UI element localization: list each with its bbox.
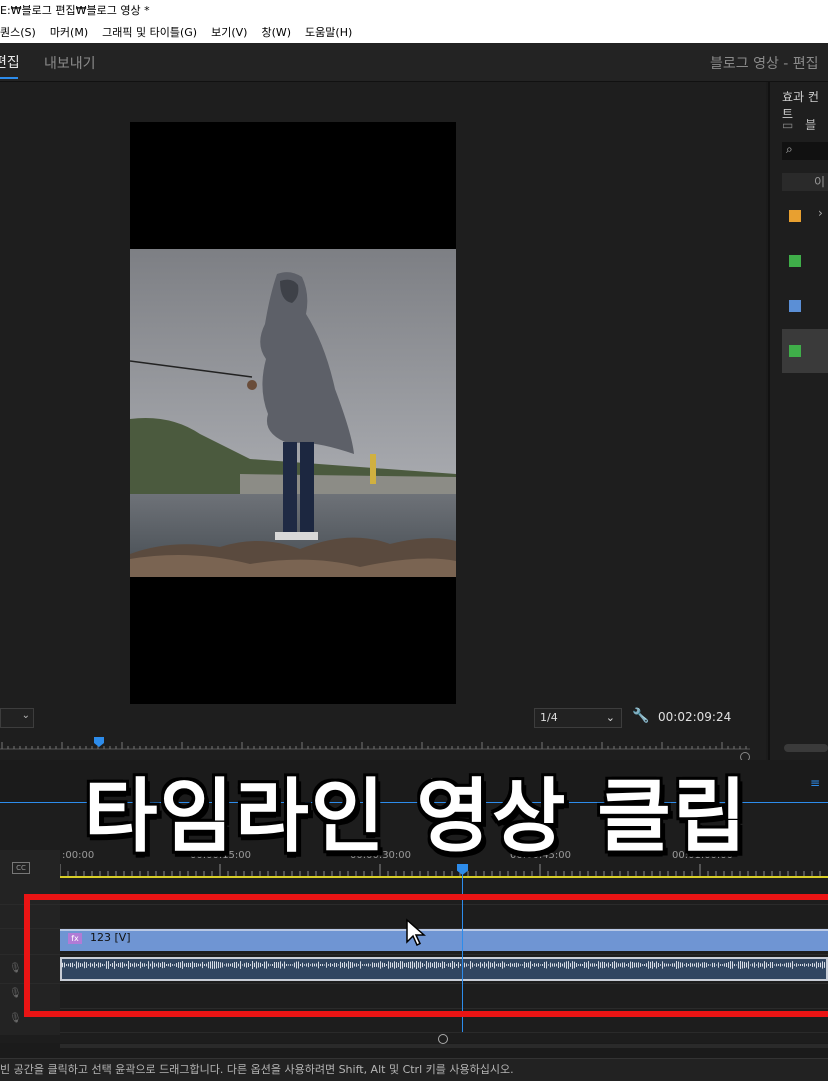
color-label-swatch [789,255,801,267]
menu-window[interactable]: 창(W) [261,22,291,43]
menu-sequence[interactable]: 퀀스(S) [0,22,36,43]
timeline-zoom-handle[interactable] [438,1034,448,1044]
project-title: 블로그 영상 - 편집 [710,56,819,72]
list-item[interactable] [782,284,828,328]
list-item[interactable]: › [782,194,828,238]
workspace-tab-export[interactable]: 내보내기 [44,53,96,73]
panel-menu-icon[interactable]: ≡ [810,776,820,790]
scrollbar[interactable] [784,744,828,752]
color-label-swatch [789,210,801,222]
monitor-time-ruler[interactable] [0,736,750,750]
playback-resolution-select[interactable]: 1/4 ⌄ [534,708,622,728]
workspace-bar [0,43,828,82]
search-input[interactable]: ⌕ [782,142,828,160]
video-preview-image [130,249,456,577]
highlight-box [24,894,828,1017]
list-item-selected[interactable] [782,329,828,373]
mouse-cursor-icon [406,918,426,947]
list-item[interactable] [782,239,828,283]
wrench-icon[interactable]: 🔧 [632,708,649,724]
menu-graphics[interactable]: 그래픽 및 타이틀(G) [102,22,197,43]
timeline-scrollbar[interactable] [60,1044,828,1048]
active-tab-indicator [0,77,18,79]
microphone-icon[interactable]: 🎙 [9,963,22,974]
folder-icon: ▭ [782,118,794,132]
column-header[interactable]: 이 [782,173,828,191]
menu-view[interactable]: 보기(V) [211,22,247,43]
menu-marker[interactable]: 마커(M) [50,22,88,43]
menu-help[interactable]: 도움말(H) [305,22,352,43]
overlay-caption: 타임라인 영상 클립 [82,768,749,865]
microphone-icon[interactable]: 🎙 [9,988,22,999]
chevron-down-icon: ⌄ [21,710,30,721]
work-area-bar[interactable] [60,876,828,878]
duration-timecode: 00:02:09:24 [658,710,732,724]
status-bar: 빈 공간을 클릭하고 선택 윤곽으로 드래그합니다. 다른 옵션을 사용하려면 … [0,1058,828,1081]
chevron-down-icon: ⌄ [605,711,615,724]
resolution-select[interactable]: ⌄ [0,708,34,728]
window-title: E:₩블로그 편집₩블로그 영상 * [0,0,828,22]
menu-bar: 퀀스(S) 마커(M) 그래픽 및 타이틀(G) 보기(V) 창(W) 도움말(… [0,22,828,43]
expand-arrow-icon[interactable]: › [818,206,823,220]
bin-folder[interactable]: ▭ 블 [782,116,816,133]
workspace-tab-edit[interactable]: 편집 [0,52,20,72]
color-label-swatch [789,345,801,357]
search-icon: ⌕ [786,142,793,156]
captions-icon[interactable]: CC [12,862,30,874]
microphone-icon[interactable]: 🎙 [9,1013,22,1024]
color-label-swatch [789,300,801,312]
